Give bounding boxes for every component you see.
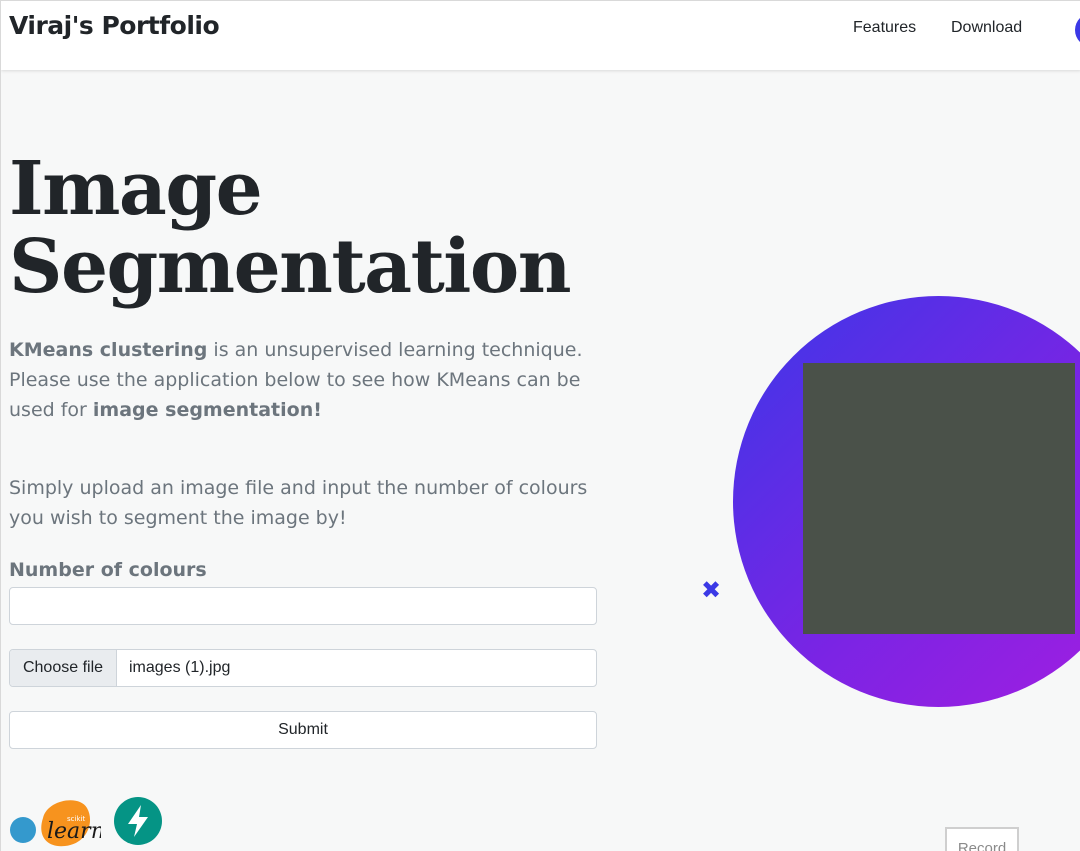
avatar[interactable] (1075, 13, 1080, 47)
navbar: Viraj's Portfolio Features Download (1, 0, 1080, 70)
brand-logo[interactable]: Viraj's Portfolio (9, 11, 220, 40)
segmented-image-preview (803, 363, 1075, 634)
colours-label: Number of colours (9, 559, 207, 581)
file-name: images (1).jpg (129, 659, 231, 676)
sklearn-learn-text: learn (47, 819, 101, 844)
colours-input[interactable] (9, 587, 597, 625)
intro-paragraph: KMeans clustering is an unsupervised lea… (9, 335, 589, 425)
page-title-line2: Segmentation (9, 224, 572, 310)
sklearn-blue-dot (10, 817, 36, 843)
file-upload[interactable]: Choose file images (1).jpg (9, 649, 597, 687)
choose-file-button[interactable]: Choose file (10, 650, 117, 686)
scikit-learn-logo: scikit learn (10, 800, 101, 847)
nav-link-download[interactable]: Download (951, 19, 1022, 37)
intro-bold-segmentation: image segmentation! (92, 399, 322, 421)
submit-button[interactable]: Submit (9, 711, 597, 749)
record-button[interactable]: Record (945, 827, 1019, 851)
intro-bold-kmeans: KMeans clustering (9, 339, 208, 361)
nav-link-features[interactable]: Features (853, 19, 916, 37)
page-title-line1: Image (9, 146, 263, 232)
instructions-paragraph: Simply upload an image file and input th… (9, 477, 588, 529)
page: Viraj's Portfolio Features Download Imag… (0, 0, 1080, 851)
fastapi-logo (114, 797, 162, 845)
cross-icon: ✖ (701, 576, 722, 604)
page-title: Image Segmentation (9, 150, 629, 306)
